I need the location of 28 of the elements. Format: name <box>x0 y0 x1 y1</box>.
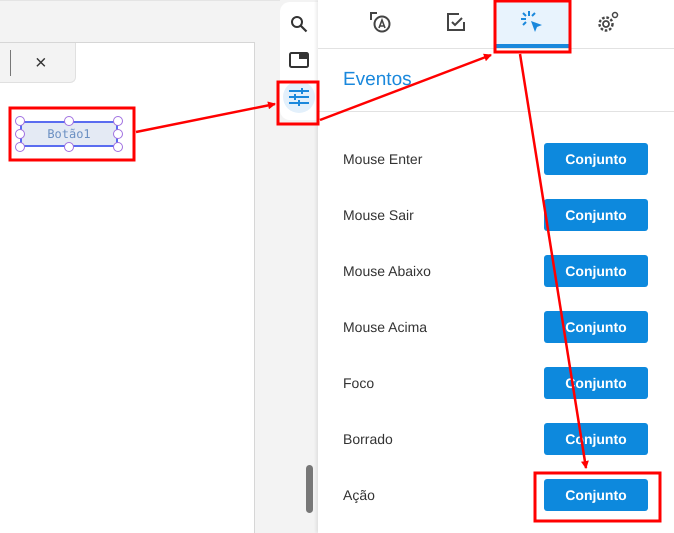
event-label: Mouse Enter <box>343 150 422 169</box>
highlight-box <box>276 80 320 126</box>
set-button[interactable]: Conjunto <box>544 143 648 175</box>
search-icon <box>290 15 308 33</box>
settings-icon <box>596 10 620 34</box>
resize-handle[interactable] <box>64 116 74 126</box>
text-style-icon <box>369 11 391 33</box>
sliders-icon <box>289 88 309 106</box>
resize-handle[interactable] <box>64 142 74 152</box>
canvas-button[interactable]: Botão1 <box>20 121 118 147</box>
close-button[interactable]: × <box>35 52 47 72</box>
set-button[interactable]: Conjunto <box>544 479 648 511</box>
editor-tab[interactable]: × <box>0 43 76 83</box>
section-title: Eventos <box>343 69 412 91</box>
event-label: Mouse Sair <box>343 206 414 225</box>
checkbox-icon <box>447 13 465 31</box>
sliders-button[interactable] <box>283 81 315 113</box>
scrollbar[interactable] <box>306 465 313 513</box>
set-button[interactable]: Conjunto <box>544 199 648 231</box>
event-label: Foco <box>343 374 374 393</box>
cursor-click-icon <box>520 10 544 34</box>
event-label: Mouse Abaixo <box>343 262 431 281</box>
set-button[interactable]: Conjunto <box>544 255 648 287</box>
event-label: Mouse Acima <box>343 318 428 337</box>
event-label: Borrado <box>343 430 393 449</box>
event-label: Ação <box>343 486 375 505</box>
panel-icon <box>289 52 309 68</box>
set-button[interactable]: Conjunto <box>544 311 648 343</box>
